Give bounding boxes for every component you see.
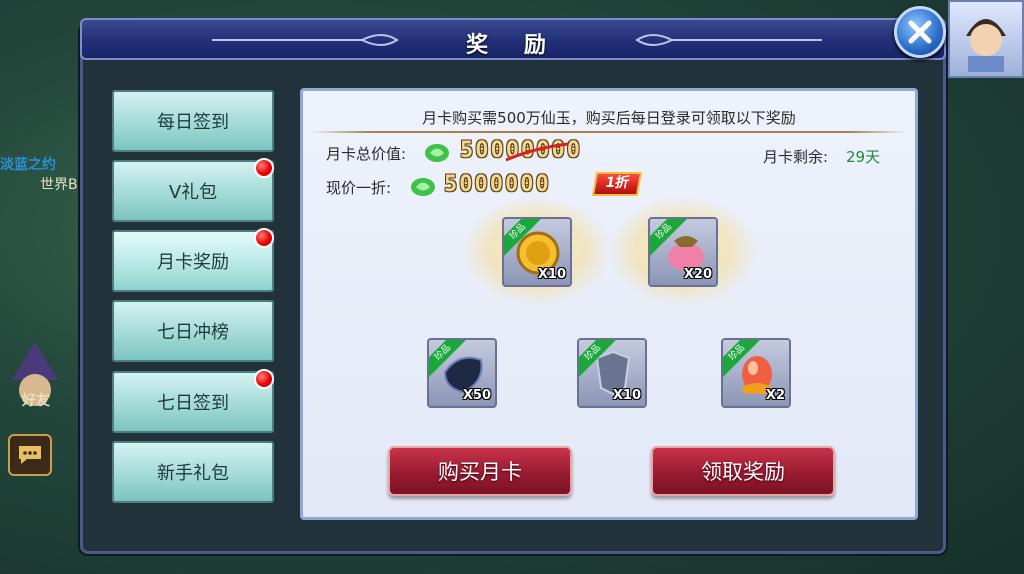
reward-item[interactable]: 珍品 X10 [502,217,572,287]
dialog-title-bar: 奖 励 [80,18,946,60]
reward-item[interactable]: 珍品 X2 [721,338,791,408]
tab-label: 七日签到 [157,393,229,414]
claim-reward-button[interactable]: 领取奖励 [651,446,835,496]
reward-item[interactable]: 珍品 X10 [577,338,647,408]
title-ornament-right-icon [635,34,822,46]
buy-monthly-card-button[interactable]: 购买月卡 [388,446,572,496]
tab-label: V礼包 [168,182,218,203]
reward-item[interactable]: 珍品 X20 [648,217,718,287]
item-count: X50 [462,388,491,403]
tab-label: 七日冲榜 [157,322,229,343]
monthly-card-description: 月卡购买需500万仙玉，购买后每日登录可领取以下奖励 [422,109,796,127]
tab-monthly-card[interactable]: 月卡奖励 [112,228,274,292]
tab-label: 每日签到 [157,112,229,133]
remaining-value: 29天 [846,148,881,166]
jade-currency-icon [425,144,449,162]
world-text: 淡蓝之约 [0,157,56,173]
tab-daily-signin[interactable]: 每日签到 [112,90,274,152]
chat-button[interactable] [8,434,52,476]
chat-icon [19,446,41,464]
item-count: X10 [537,267,566,282]
notification-badge [254,369,274,389]
divider [311,131,907,133]
avatar-portrait-icon [966,19,1006,72]
current-price-label: 现价一折: [326,179,392,197]
item-count: X10 [612,388,641,403]
tab-v-gift[interactable]: V礼包 [112,158,274,222]
current-price: 5000000 [444,172,551,197]
player-avatar[interactable] [948,0,1024,78]
total-value-label: 月卡总价值: [326,145,407,163]
close-button[interactable] [894,6,946,58]
tab-seven-day-rank[interactable]: 七日冲榜 [112,300,274,362]
world-text-2: 世界B [40,177,78,193]
tab-label: 月卡奖励 [157,252,229,273]
item-count: X20 [683,267,712,282]
tab-seven-day-signin[interactable]: 七日签到 [112,369,274,433]
jade-currency-icon [411,178,435,196]
item-count: X2 [765,388,785,403]
reward-item[interactable]: 珍品 X50 [427,338,497,408]
strikethrough-mark [505,142,569,162]
notification-badge [254,228,274,248]
notification-badge [254,158,274,178]
remaining-label: 月卡剩余: [763,148,829,166]
tab-label: 新手礼包 [157,463,229,484]
close-icon [908,20,932,44]
friends-label[interactable]: 好友 [22,390,50,410]
discount-badge: 1折 [591,172,643,196]
tab-newbie-gift[interactable]: 新手礼包 [112,441,274,503]
